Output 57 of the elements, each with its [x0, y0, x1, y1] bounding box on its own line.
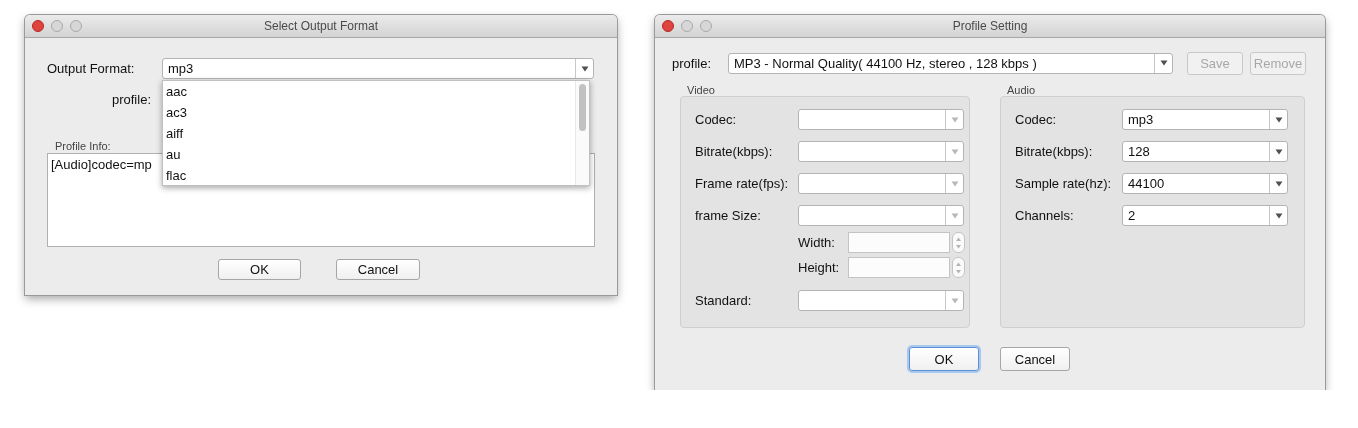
- caret-icon: [950, 148, 959, 155]
- field-label: Codec:: [1014, 112, 1058, 127]
- field-label: Bitrate(kbps):: [1014, 144, 1094, 159]
- field-label: Width:: [798, 235, 836, 250]
- dropdown[interactable]: 2: [1122, 205, 1288, 226]
- stepper-arrows-icon: [955, 235, 962, 250]
- minimize-button[interactable]: [681, 20, 693, 32]
- dropdown[interactable]: mp3: [1122, 109, 1288, 130]
- cancel-button[interactable]: Cancel: [336, 259, 420, 280]
- field-label: Output Format:: [47, 61, 136, 76]
- scrollbar-thumb[interactable]: [579, 84, 586, 131]
- dropdown[interactable]: 128: [1122, 141, 1288, 162]
- caret-icon: [950, 180, 959, 187]
- caret-icon: [1274, 148, 1283, 155]
- field-label: Standard:: [694, 293, 753, 308]
- field-label: Height:: [798, 260, 841, 275]
- caret-icon: [950, 212, 959, 219]
- caret-icon: [1159, 60, 1168, 66]
- input-field[interactable]: [848, 232, 950, 253]
- profile-info-text: [Audio]codec=mp: [51, 157, 152, 172]
- field-label: Sample rate(hz):: [1014, 176, 1113, 191]
- zoom-button[interactable]: [700, 20, 712, 32]
- caret-icon: [950, 116, 959, 123]
- close-button[interactable]: [32, 20, 44, 32]
- ok-button[interactable]: OK: [218, 259, 301, 280]
- window-title: Select Output Format: [263, 19, 378, 33]
- group-title: Audio: [1006, 84, 1037, 96]
- list-option[interactable]: aac: [163, 81, 575, 102]
- field-label: Channels:: [1014, 208, 1075, 223]
- caret-icon: [1274, 212, 1283, 219]
- list-option[interactable]: flac: [163, 165, 575, 186]
- dropdown[interactable]: mp3: [162, 58, 594, 79]
- field-label: frame Size:: [694, 208, 762, 223]
- group-title: Video: [686, 84, 716, 96]
- field-label: Frame rate(fps):: [694, 176, 790, 191]
- dropdown[interactable]: MP3 - Normal Quality( 44100 Hz, stereo , 128 kbps ): [728, 52, 1173, 74]
- scrollbar[interactable]: [575, 81, 589, 185]
- field-label: Codec:: [694, 112, 738, 127]
- caret-icon: [1274, 180, 1283, 187]
- field-label: profile:: [110, 92, 151, 107]
- cancel-button[interactable]: Cancel: [1000, 347, 1070, 371]
- caret-icon: [580, 65, 589, 72]
- input-field[interactable]: [848, 257, 950, 278]
- window-title: Profile Setting: [952, 19, 1028, 33]
- list-option[interactable]: ac3: [163, 102, 575, 123]
- section-label: Profile Info:: [55, 141, 112, 152]
- caret-icon: [1274, 116, 1283, 123]
- zoom-button[interactable]: [70, 20, 82, 32]
- field-label: profile:: [672, 55, 713, 71]
- minimize-button[interactable]: [51, 20, 63, 32]
- stepper-arrows-icon: [955, 260, 962, 275]
- dropdown[interactable]: 44100: [1122, 173, 1288, 194]
- caret-icon: [950, 297, 959, 304]
- field-label: Bitrate(kbps):: [694, 144, 774, 159]
- list-option[interactable]: aiff: [163, 123, 575, 144]
- ok-button[interactable]: OK: [909, 347, 979, 371]
- close-button[interactable]: [662, 20, 674, 32]
